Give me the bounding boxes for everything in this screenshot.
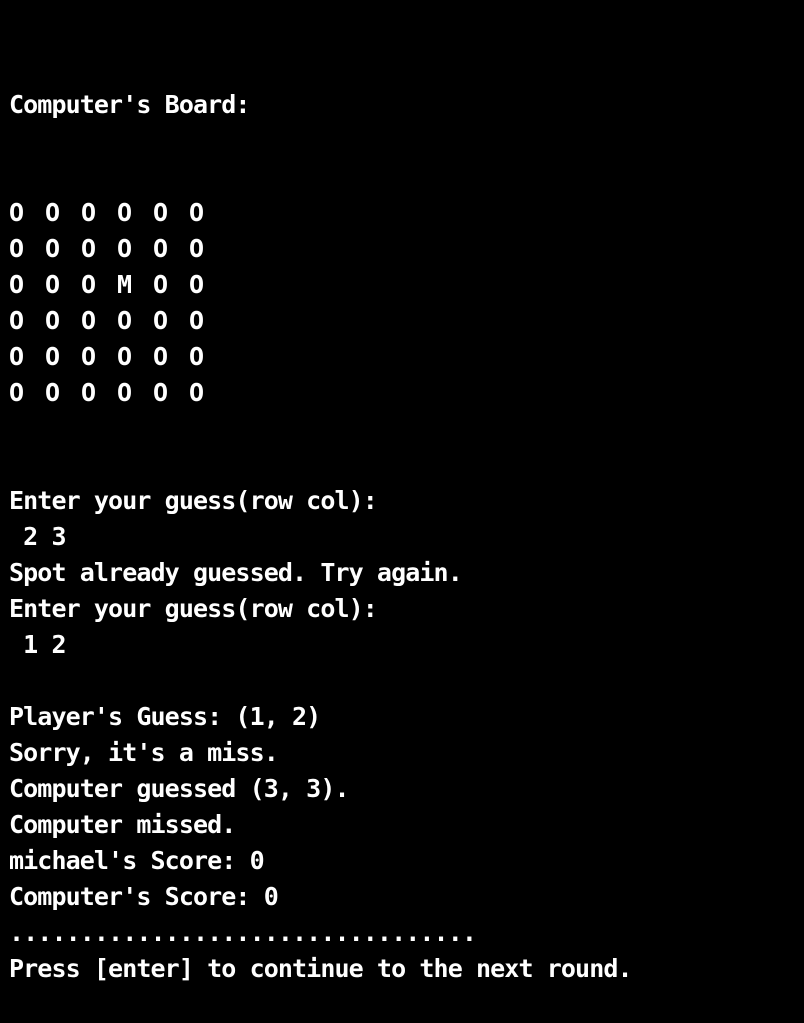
board-cell: O: [9, 306, 24, 335]
separator-line: .................................: [9, 918, 477, 947]
board-row: OOOOOO: [9, 375, 804, 411]
board-cell: O: [45, 198, 60, 227]
board-cell: O: [153, 234, 168, 263]
board-cell: O: [117, 378, 132, 407]
output-line: Computer missed.: [9, 810, 236, 839]
board-cell: O: [45, 342, 60, 371]
board-cell: O: [189, 270, 204, 299]
board-cell: O: [81, 198, 96, 227]
board-row: OOOOOO: [9, 339, 804, 375]
board-cell: O: [9, 198, 24, 227]
board-cell: O: [189, 342, 204, 371]
board-cell: O: [81, 342, 96, 371]
board-row: OOOOOO: [9, 303, 804, 339]
board-cell: O: [9, 234, 24, 263]
board-row: OOOOOO: [9, 195, 804, 231]
board-cell: O: [81, 270, 96, 299]
board-cell: O: [117, 342, 132, 371]
terminal-window[interactable]: Computer's Board: OOOOOOOOOOOOOOOMOOOOOO…: [0, 0, 804, 983]
board-row: OOOOOO: [9, 231, 804, 267]
board-cell: O: [153, 342, 168, 371]
board-cell: O: [9, 342, 24, 371]
board-cell: O: [153, 306, 168, 335]
board-cell: O: [117, 198, 132, 227]
board-cell: O: [117, 306, 132, 335]
prompt-line: Enter your guess(row col):: [9, 486, 378, 515]
board-cell: O: [153, 270, 168, 299]
output-line: michael's Score: 0: [9, 846, 265, 875]
board-cell: O: [45, 270, 60, 299]
game-board: OOOOOOOOOOOOOOOMOOOOOOOOOOOOOOOOOOOO: [9, 195, 804, 411]
output-line: Player's Guess: (1, 2): [9, 702, 321, 731]
board-cell: O: [9, 270, 24, 299]
output-line: Computer's Score: 0: [9, 882, 279, 911]
board-cell: O: [189, 306, 204, 335]
output-line: Computer guessed (3, 3).: [9, 774, 350, 803]
board-cell: O: [81, 306, 96, 335]
output-line: Spot already guessed. Try again.: [9, 558, 463, 587]
board-cell: O: [81, 234, 96, 263]
board-cell: O: [45, 306, 60, 335]
board-cell: O: [45, 378, 60, 407]
board-title: Computer's Board:: [9, 90, 250, 119]
terminal-output: Enter your guess(row col): 2 3 Spot alrea…: [9, 483, 804, 987]
board-cell: O: [153, 378, 168, 407]
board-cell: O: [45, 234, 60, 263]
prompt-line: Press [enter] to continue to the next ro…: [9, 954, 633, 983]
board-cell: O: [189, 378, 204, 407]
prompt-line: Enter your guess(row col):: [9, 594, 378, 623]
board-cell-miss: M: [117, 270, 132, 299]
board-cell: O: [9, 378, 24, 407]
board-cell: O: [117, 234, 132, 263]
board-cell: O: [189, 234, 204, 263]
board-row: OOOMOO: [9, 267, 804, 303]
board-cell: O: [189, 198, 204, 227]
board-cell: O: [81, 378, 96, 407]
user-input-line[interactable]: 1 2: [9, 627, 804, 663]
user-input-line[interactable]: 2 3: [9, 519, 804, 555]
board-cell: O: [153, 198, 168, 227]
output-line: Sorry, it's a miss.: [9, 738, 279, 767]
